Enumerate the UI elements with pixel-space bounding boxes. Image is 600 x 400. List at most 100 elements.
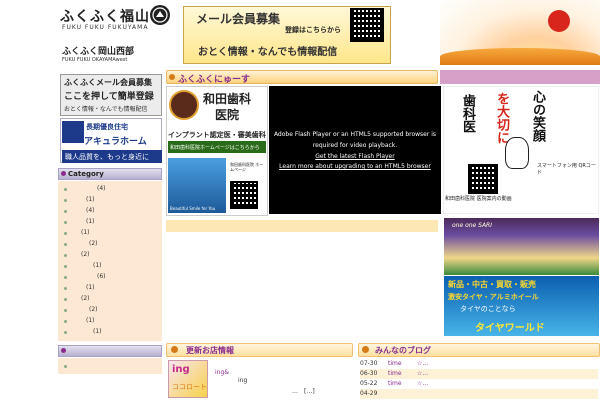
blog-tail[interactable]: ☆... [417, 380, 428, 387]
store-thumbnail-title: ing [172, 364, 190, 375]
blog-date: 07-30 [360, 360, 378, 367]
wada-name-line1: 和田歯科 [203, 92, 252, 106]
site-logo[interactable]: ふくふく福山 [60, 6, 150, 26]
sidebar-mail-line2: ここを押して簡単登録 [64, 92, 154, 102]
blog-title[interactable]: time [388, 370, 402, 377]
category-bullet-icon [64, 298, 67, 301]
site-logo-subtitle: FUKU FUKU FUKUYAMA [62, 24, 149, 31]
category-bullet-icon [64, 221, 67, 224]
category-item[interactable]: (2) [81, 295, 90, 302]
category-item[interactable]: (4) [86, 207, 95, 214]
category-item[interactable]: (1) [93, 262, 102, 269]
flash-message-line2: required for video playback. [312, 142, 398, 149]
banner-title: メール会員募集 [196, 12, 281, 26]
rising-sun-icon [548, 10, 570, 32]
html5-upgrade-link[interactable]: Learn more about upgrading to an HTML5 b… [269, 163, 441, 170]
calligraphy-col1: 心の笑顔 [530, 90, 545, 142]
sub-site-logo[interactable]: ふくふく岡山西部 [62, 44, 134, 57]
flash-message-line1: Adobe Flash Player or an HTML5 supported… [273, 131, 437, 138]
category-list [58, 181, 162, 341]
akira-line1: 長期優良住宅 [86, 123, 128, 131]
category-item[interactable]: (2) [89, 240, 98, 247]
banner-bottom-text: おとく情報・なんでも情報配信 [198, 47, 338, 58]
category-bullet-icon [64, 243, 67, 246]
news-footer-bar [166, 220, 438, 232]
store-updates-title: 更新お店情報 [186, 346, 234, 355]
category-bullet-icon [64, 320, 67, 323]
category-item[interactable]: (6) [97, 273, 106, 280]
smartphone-qr-code-icon [468, 164, 498, 194]
clinic-video-caption: 和田歯科医院 医院案内の動画 [445, 196, 512, 202]
category-item[interactable]: (1) [81, 229, 90, 236]
blog-row[interactable]: 05-22 time ☆... [360, 379, 598, 389]
blog-tail[interactable]: ☆... [417, 360, 428, 367]
category-bullet-icon [64, 265, 67, 268]
banner-qr-code-icon [350, 8, 384, 42]
blog-row[interactable]: 06-30 time ☆... [360, 369, 598, 379]
blog-title[interactable]: time [388, 360, 402, 367]
blog-date: 04-29 [360, 390, 378, 397]
store-item-link[interactable]: ing& [215, 369, 229, 376]
category-item[interactable]: (1) [93, 328, 102, 335]
category-bullet-icon [64, 309, 67, 312]
category-bullet-icon [64, 254, 67, 257]
category-bullet-icon [61, 171, 66, 176]
category-title: Category [68, 170, 104, 178]
sidebar-mail-banner[interactable]: ふくふくメール会員募集 ここを押して簡単登録 おとく情報・なんでも情報配信 [60, 74, 162, 116]
wada-implant-text: インプラント認定医・審美歯科 [168, 131, 266, 139]
list-bullet-icon [64, 365, 67, 368]
news-section-title: ふくふくにゅーす [178, 75, 251, 85]
tire-banner-line3: タイヤのことなら [460, 305, 516, 313]
video-player[interactable] [269, 86, 441, 214]
wada-name-line2: 医院 [215, 108, 240, 122]
store-more-link[interactable]: … […] [292, 386, 315, 395]
tire-banner-line2: 激安タイヤ・アルミホイール [448, 293, 539, 301]
store-item-subtitle: ing [238, 377, 248, 384]
blog-title[interactable]: time [388, 380, 402, 387]
sidebar-section-header [58, 345, 162, 357]
wada-qr-code-icon [230, 181, 258, 209]
sidebar-section-body [58, 358, 162, 374]
store-bullet-icon [171, 346, 178, 353]
sidebar-mail-line3: おとく情報・なんでも情報配信 [64, 106, 148, 113]
blog-row[interactable]: 04-29 [360, 389, 598, 399]
section-bullet-icon [61, 348, 66, 353]
category-item[interactable]: (1) [86, 284, 95, 291]
mountain-illustration [440, 48, 600, 65]
category-item[interactable]: (1) [86, 196, 95, 203]
sari-banner-text: one one SARI [452, 222, 492, 229]
smartphone-qr-caption: スマートフォン用 QRコード [537, 163, 596, 176]
right-header-strip [440, 70, 600, 84]
category-item[interactable]: (1) [86, 317, 95, 324]
akira-line2: アキュラホーム [84, 137, 147, 147]
category-bullet-icon [64, 210, 67, 213]
store-thumbnail-subtitle: ココロート [172, 383, 207, 391]
category-bullet-icon [64, 232, 67, 235]
blog-row[interactable]: 07-30 time ☆... [360, 359, 598, 369]
logo-seal-icon [150, 5, 170, 25]
blog-date: 06-30 [360, 370, 378, 377]
category-bullet-icon [64, 199, 67, 202]
wada-dental-logo-icon [169, 90, 199, 120]
category-bullet-icon [64, 276, 67, 279]
blog-date: 05-22 [360, 380, 378, 387]
wada-homepage-link[interactable]: 和田歯科医院ホームページはこちらから [168, 141, 266, 153]
sub-site-logo-subtitle: FUKU FUKU OKAYAMAwest [62, 57, 128, 63]
calligraphy-col3: 歯科医 [460, 94, 475, 133]
blog-bullet-icon [362, 346, 369, 353]
category-item[interactable]: (4) [97, 185, 106, 192]
calligraphy-col2: を大切に [494, 92, 509, 144]
category-item[interactable]: (1) [86, 218, 95, 225]
akira-line3: 職人品質を、もっと身近に [62, 150, 162, 163]
category-item[interactable]: (2) [89, 306, 98, 313]
wada-photo-caption: Beautiful Smile for You [170, 206, 216, 211]
doctor-caricature-icon [505, 137, 529, 169]
category-bullet-icon [64, 287, 67, 290]
category-item[interactable]: (2) [81, 251, 90, 258]
akira-home-logo-icon [62, 121, 84, 143]
get-flash-link[interactable]: Get the latest Flash Player [269, 153, 441, 160]
blog-tail[interactable]: ☆... [417, 370, 428, 377]
banner-register-text: 登録はこちらから [285, 26, 341, 34]
wada-building-photo [168, 158, 226, 213]
wada-qr-caption: 和田歯科医院 ホームページ [230, 162, 264, 172]
